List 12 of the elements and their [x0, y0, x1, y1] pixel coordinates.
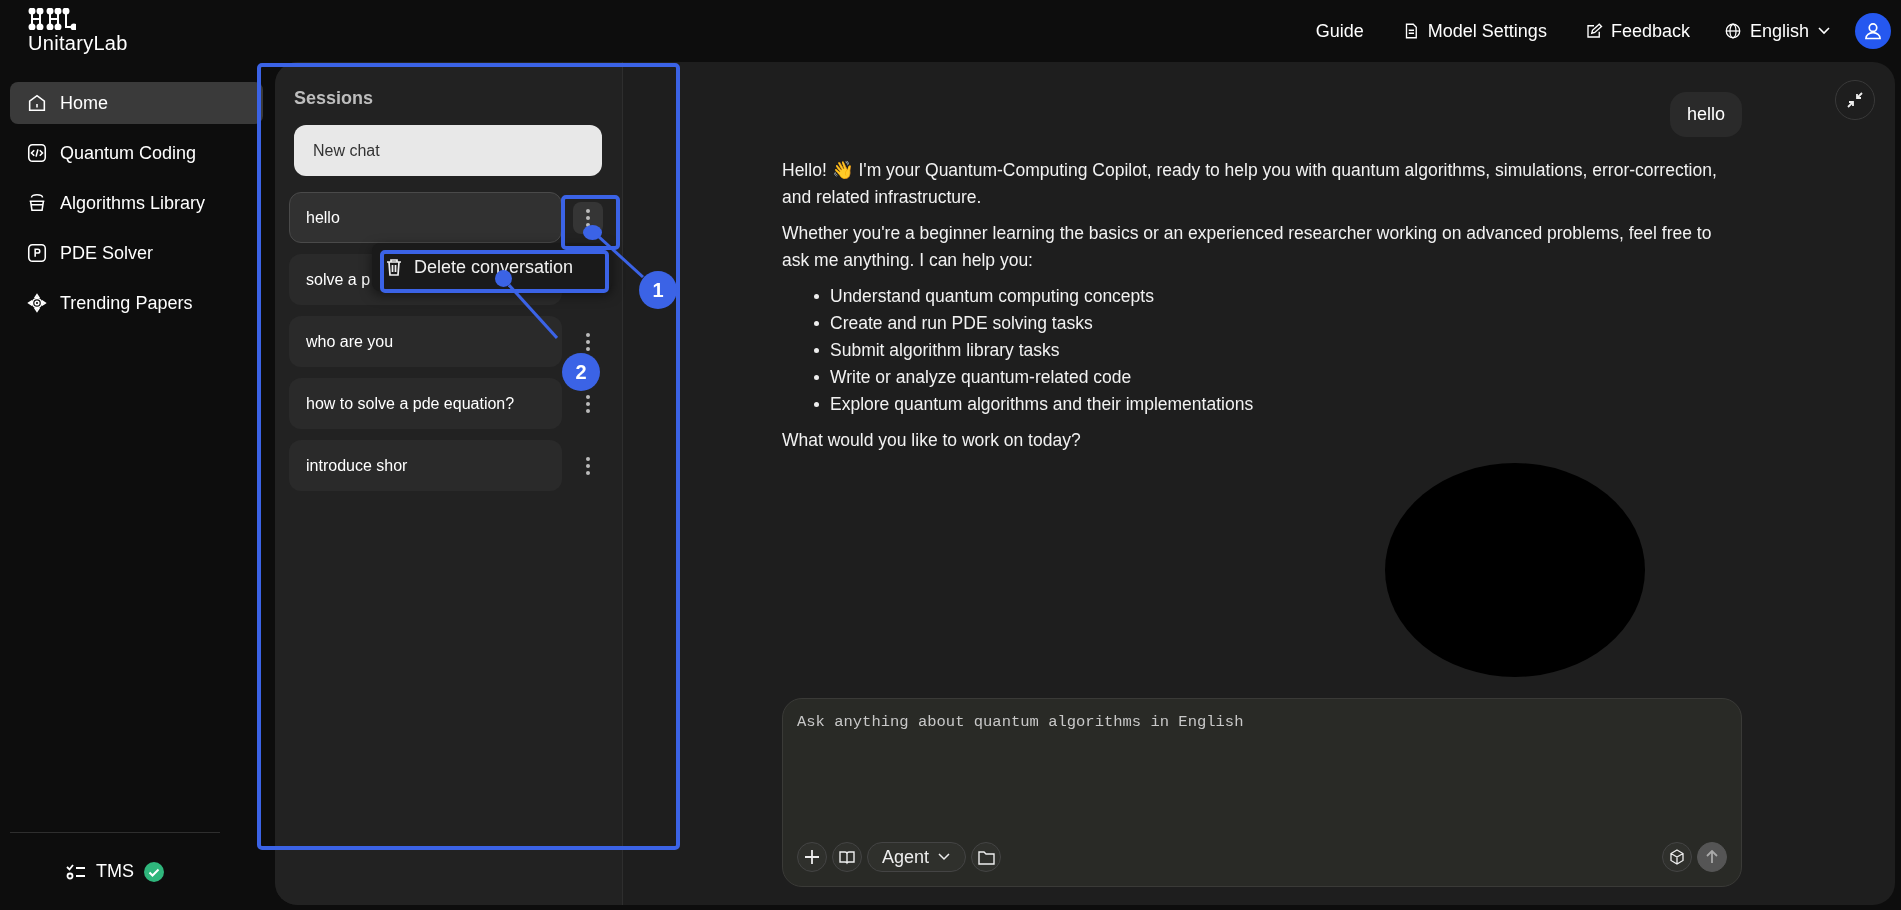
sessions-title: Sessions	[294, 88, 375, 109]
list-item: Create and run PDE solving tasks	[830, 312, 1093, 335]
list-item: Submit algorithm library tasks	[830, 339, 1060, 362]
user-message: hello	[1669, 92, 1742, 137]
list-item: Explore quantum algorithms and their implementations	[830, 393, 1254, 416]
reply-question: What would you like to work on today?	[782, 429, 1082, 452]
logo-text: UnitaryLab	[28, 31, 128, 55]
list-item: Write or analyze quantum-related code	[830, 366, 1132, 389]
list-item: Understand quantum computing concepts	[830, 285, 1154, 308]
tms-label: TMS	[96, 861, 134, 882]
reply-paragraph: Hello! 👋 I'm your Quantum-Computing Copilot, ready to help you with quantum algorithms, simulations, error-correction, and related infrastructure.	[782, 159, 1718, 209]
reply-paragraph: Whether you're a beginner learning the basics or an experienced researcher working on advanced problems, feel free to ask me anything. I can help you:	[782, 222, 1713, 272]
